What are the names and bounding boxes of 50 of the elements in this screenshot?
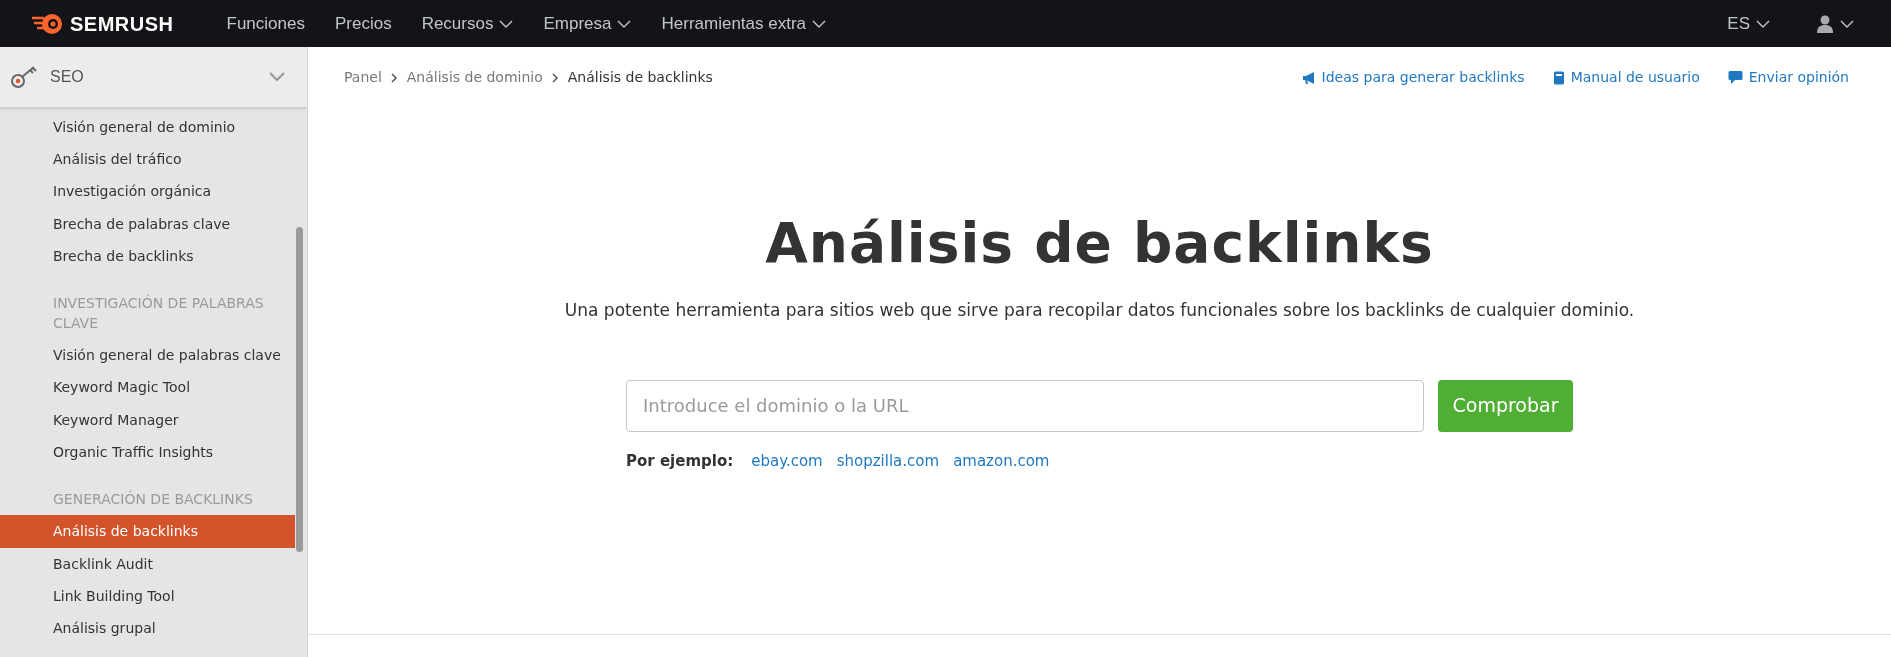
sidebar-item[interactable]: Análisis del tráfico [0, 143, 307, 176]
group-heading: GENERACIÓN DE BACKLINKS [52, 489, 254, 509]
chevron-down-icon [499, 19, 514, 28]
breadcrumb-link[interactable]: Panel [344, 67, 382, 88]
sidebar-item[interactable]: Análisis grupal [0, 612, 307, 645]
chevron-down-icon [812, 19, 827, 28]
header-link[interactable]: Enviar opinión [1727, 67, 1849, 88]
nav-link[interactable]: Herramientas extra [646, 10, 842, 37]
sidebar-item[interactable]: Brecha de palabras clave [0, 207, 307, 240]
example-link[interactable]: ebay.com [751, 449, 823, 472]
nav-link[interactable]: Funciones [211, 10, 320, 37]
logo-icon [30, 12, 64, 35]
chevron-down-icon [269, 72, 285, 82]
sidebar-item[interactable]: Visión general de palabras clave [0, 339, 307, 372]
breadcrumb-link[interactable]: Análisis de dominio [406, 67, 543, 88]
sidebar-item[interactable]: Link Building Tool [0, 579, 307, 613]
sidebar-item[interactable]: Keyword Magic Tool [0, 371, 307, 404]
page-title: Análisis de backlinks [765, 210, 1434, 276]
chevron-right-icon [551, 72, 559, 83]
sidebar-item[interactable]: Brecha de backlinks [0, 239, 307, 272]
chevron-down-icon [617, 19, 632, 28]
header-link[interactable]: Manual de usuario [1552, 67, 1700, 88]
example-link[interactable]: amazon.com [953, 449, 1050, 472]
section-header[interactable]: SEO [0, 47, 307, 107]
book-icon [1552, 70, 1565, 85]
sidebar-item[interactable]: Análisis de backlinks [0, 515, 295, 548]
sidebar-item[interactable]: Investigación orgánica [0, 175, 307, 208]
group-heading: INVESTIGACIÓN DE PALABRAS CLAVE [52, 293, 265, 333]
domain-input-field[interactable]: Introduce el dominio o la URL [626, 379, 1424, 432]
page-subtitle: Una potente herramienta para sitios web que sirve para recopilar datos funcionales sobre los backlinks de cualquier dominio. [564, 299, 1635, 322]
sidebar-item[interactable]: Organic Traffic Insights [0, 435, 307, 468]
nav-link[interactable]: Empresa [528, 10, 647, 37]
section-title: SEO [50, 67, 85, 87]
sidebar-item[interactable]: Keyword Manager [0, 403, 307, 436]
megaphone-icon [1301, 70, 1316, 85]
logo-text: SEMRUSH [70, 11, 174, 37]
language-menu[interactable]: ES [1712, 10, 1785, 37]
nav-link[interactable]: Precios [319, 10, 407, 37]
sidebar-item[interactable]: Visión general de dominio [0, 111, 307, 144]
sidebar-item[interactable]: Backlink Audit [0, 547, 307, 580]
examples-label: Por ejemplo: [626, 450, 734, 472]
chevron-down-icon [1840, 19, 1854, 28]
chevron-right-icon [390, 72, 398, 83]
chevron-down-icon [1756, 19, 1770, 28]
scrollbar-thumb[interactable] [296, 227, 303, 552]
example-link[interactable]: shopzilla.com [836, 449, 940, 472]
user-icon [1816, 14, 1834, 33]
header-link[interactable]: Ideas para generar backlinks [1301, 67, 1525, 88]
speech-bubble-icon [1727, 70, 1743, 85]
nav-link[interactable]: Recursos [406, 10, 529, 37]
